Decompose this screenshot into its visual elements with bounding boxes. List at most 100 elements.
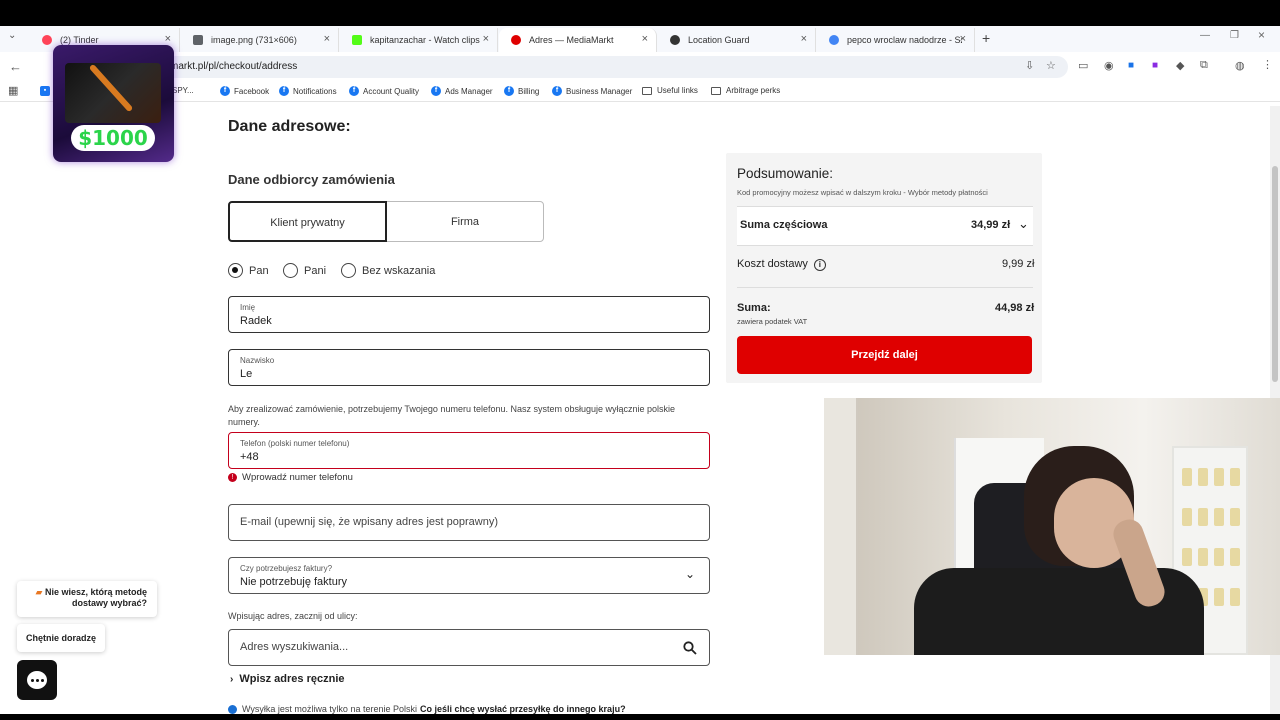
total-label: Suma: xyxy=(737,302,771,314)
info-circle-icon[interactable]: i xyxy=(813,259,826,271)
recipient-title: Dane odbiorcy zamówienia xyxy=(228,172,395,187)
tab-image[interactable]: image.png (731×606) × xyxy=(181,28,339,52)
tab-location-guard[interactable]: Location Guard × xyxy=(658,28,816,52)
manual-link-label: Wpisz adres ręcznie xyxy=(239,673,345,685)
extension-icon[interactable]: ◉ xyxy=(1104,59,1114,72)
vat-note: zawiera podatek VAT xyxy=(737,317,808,326)
search-icon[interactable] xyxy=(683,641,697,655)
error-text: Wprowadź numer telefonu xyxy=(242,472,353,483)
tab-search-icon[interactable]: ⌄ xyxy=(8,30,16,41)
close-tab-icon[interactable]: × xyxy=(801,33,807,45)
bookmark-spy[interactable]: SPY... xyxy=(172,86,194,95)
chevron-down-icon[interactable]: ⌄ xyxy=(1018,216,1029,232)
bookmark-blue-icon[interactable]: ▪ xyxy=(40,86,54,96)
bookmark-arbitrage-perks[interactable]: Arbitrage perks xyxy=(711,86,780,95)
bookmark-label: Billing xyxy=(518,86,540,96)
scrollbar-thumb[interactable] xyxy=(1272,166,1278,382)
field-value: Nie potrzebuję faktury xyxy=(240,576,347,588)
tab-kick[interactable]: kapitanzachar - Watch clips on × xyxy=(340,28,498,52)
new-tab-icon[interactable]: + xyxy=(982,30,990,46)
bottle-icon xyxy=(1214,588,1224,606)
camera-icon[interactable]: ▭ xyxy=(1078,59,1088,72)
bottle-icon xyxy=(1230,468,1240,486)
bookmark-business-manager[interactable]: f Business Manager xyxy=(552,86,632,96)
proceed-button[interactable]: Przejdź dalej xyxy=(737,336,1032,374)
bottle-icon xyxy=(1182,468,1192,486)
segment-private-client[interactable]: Klient prywatny xyxy=(228,201,387,242)
install-app-icon[interactable]: ⇩ xyxy=(1025,59,1034,72)
chevron-right-icon: › xyxy=(230,674,234,685)
puzzle-icon[interactable]: ⧉ xyxy=(1200,59,1208,72)
close-tab-icon[interactable]: × xyxy=(960,33,966,45)
summary-divider xyxy=(737,287,1033,288)
close-tab-icon[interactable]: × xyxy=(324,33,330,45)
maximize-icon[interactable]: ❐ xyxy=(1230,30,1239,41)
field-value: +48 xyxy=(240,451,259,463)
phone-field[interactable]: Telefon (polski numer telefonu) +48 xyxy=(228,432,710,469)
bookmark-notifications[interactable]: f Notifications xyxy=(279,86,337,96)
tab-label: (2) Tinder xyxy=(60,35,99,45)
close-window-icon[interactable]: × xyxy=(1258,28,1265,42)
minimize-icon[interactable]: — xyxy=(1200,30,1210,41)
radio-bez-wskazania[interactable]: Bez wskazania xyxy=(341,263,435,278)
address-hint: Wpisując adres, zacznij od ulicy: xyxy=(228,611,358,621)
first-name-field[interactable]: Imię Radek xyxy=(228,296,710,333)
bottle-icon xyxy=(1198,508,1208,526)
kick-favicon-icon xyxy=(352,35,362,45)
apps-grid-icon[interactable]: ▦ xyxy=(8,84,18,97)
bookmark-star-icon[interactable]: ☆ xyxy=(1046,59,1056,72)
location-pin-favicon-icon xyxy=(670,35,680,45)
bottle-icon xyxy=(1198,468,1208,486)
delivery-help-bubble[interactable]: ▰ Nie wiesz, którą metodę dostawy wybrać… xyxy=(17,581,157,617)
folder-icon xyxy=(711,86,721,95)
extension-diamond-icon[interactable]: ◆ xyxy=(1176,59,1184,72)
tab-label: Location Guard xyxy=(688,35,750,45)
google-favicon-icon xyxy=(829,35,839,45)
chat-dot xyxy=(41,679,44,682)
shipping-cost-label: Koszt dostawy i xyxy=(737,258,826,271)
subtotal-label: Suma częściowa xyxy=(740,219,828,231)
phone-note: Aby zrealizować zamówienie, potrzebujemy… xyxy=(228,404,676,427)
extension-purple-icon[interactable]: ■ xyxy=(1152,60,1158,71)
shipping-abroad-link[interactable]: Co jeśli chcę wysłać przesyłkę do innego… xyxy=(420,704,626,714)
segment-company[interactable]: Firma xyxy=(386,201,544,242)
bottle-icon xyxy=(1182,548,1192,566)
bookmark-label: SPY... xyxy=(172,86,194,95)
bookmark-facebook[interactable]: f Facebook xyxy=(220,86,269,96)
facebook-icon: f xyxy=(552,86,562,96)
bookmark-label: Business Manager xyxy=(566,86,633,96)
email-field[interactable]: E-mail (upewnij się, że wpisany adres je… xyxy=(228,504,710,541)
info-icon xyxy=(228,704,237,714)
tab-google[interactable]: pepco wroclaw nadodrze - Szuk × xyxy=(817,28,975,52)
radio-pan[interactable]: Pan xyxy=(228,263,269,278)
tab-strip: ⌄ (2) Tinder × image.png (731×606) × kap… xyxy=(0,26,1280,52)
url-text: markt.pl/pl/checkout/address xyxy=(170,61,298,72)
tab-label: pepco wroclaw nadodrze - Szuk xyxy=(847,35,962,45)
bookmark-useful-links[interactable]: Useful links xyxy=(642,86,698,95)
page-title: Dane adresowe: xyxy=(228,118,351,135)
summary-note: Kod promocyjny możesz wpisać w dalszym k… xyxy=(737,188,988,197)
invoice-select[interactable]: Czy potrzebujesz faktury? Nie potrzebuję… xyxy=(228,557,710,594)
menu-kebab-icon[interactable]: ⋮ xyxy=(1262,58,1273,71)
bookmark-ads-manager[interactable]: f Ads Manager xyxy=(431,86,493,96)
address-bar[interactable]: markt.pl/pl/checkout/address xyxy=(60,56,1068,78)
profile-icon[interactable]: ◍ xyxy=(1235,59,1245,72)
address-search-input[interactable]: Adres wyszukiwania... xyxy=(228,629,710,666)
tab-mediamarkt[interactable]: Adres — MediaMarkt × xyxy=(499,28,657,52)
back-icon[interactable]: ← xyxy=(9,59,22,74)
manual-address-link[interactable]: › Wpisz adres ręcznie xyxy=(230,673,345,685)
bookmark-account-quality[interactable]: f Account Quality xyxy=(349,86,419,96)
close-tab-icon[interactable]: × xyxy=(642,33,648,45)
mediamarkt-favicon-icon xyxy=(511,35,521,45)
extension-blue-icon[interactable]: ■ xyxy=(1128,60,1134,71)
close-tab-icon[interactable]: × xyxy=(165,33,171,45)
help-advice-button[interactable]: Chętnie doradzę xyxy=(17,624,105,652)
last-name-field[interactable]: Nazwisko Le xyxy=(228,349,710,386)
field-label: Nazwisko xyxy=(240,356,275,365)
chat-button[interactable] xyxy=(17,660,57,700)
field-value: Le xyxy=(240,368,253,380)
radio-pani[interactable]: Pani xyxy=(283,263,326,278)
close-tab-icon[interactable]: × xyxy=(483,33,489,45)
bottle-icon xyxy=(1198,548,1208,566)
bookmark-billing[interactable]: f Billing xyxy=(504,86,539,96)
